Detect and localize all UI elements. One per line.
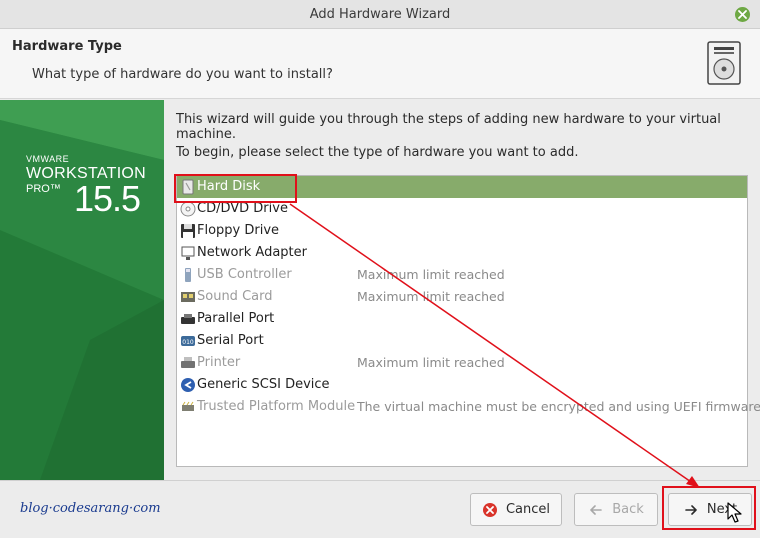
hardware-item-note: The virtual machine must be encrypted an… xyxy=(357,399,760,414)
hardware-item-label: Printer xyxy=(197,355,241,370)
hardware-item-trusted-platform-module: Trusted Platform Module The virtual machi… xyxy=(177,396,760,418)
hardware-item-label: Hard Disk xyxy=(197,179,261,194)
cancel-icon xyxy=(482,502,497,517)
hardware-item-label: Trusted Platform Module xyxy=(197,399,356,414)
cancel-button[interactable]: Cancel xyxy=(470,493,562,526)
hardware-item-label: Parallel Port xyxy=(197,311,275,326)
network-adapter-icon xyxy=(181,246,195,260)
svg-text:010: 010 xyxy=(182,339,194,346)
tpm-icon xyxy=(182,401,194,411)
serial-port-icon: 010 xyxy=(181,336,195,346)
watermark: blog·codesarang·com xyxy=(20,501,161,516)
close-icon xyxy=(738,10,747,19)
hardware-header-icon xyxy=(707,41,741,85)
hardware-item-generic-scsi-device[interactable]: Generic SCSI Device xyxy=(177,374,747,396)
floppy-icon xyxy=(181,224,195,238)
hardware-item-label: Serial Port xyxy=(197,333,264,348)
product-banner: VMWARE WORKSTATION PRO™ 15.5 xyxy=(0,100,164,480)
wizard-footer: blog·codesarang·com Cancel Back Next xyxy=(0,480,760,538)
printer-icon xyxy=(181,357,195,368)
hardware-item-serial-port[interactable]: 010 Serial Port xyxy=(177,330,747,352)
hardware-item-network-adapter[interactable]: Network Adapter xyxy=(177,242,747,264)
intro-text: This wizard will guide you through the s… xyxy=(176,112,721,142)
hardware-type-list[interactable]: Hard Disk CD/DVD Drive Floppy Drive Network… xyxy=(176,175,760,467)
page-title: Hardware Type xyxy=(12,39,122,54)
wizard-header: Hardware Type What type of hardware do y… xyxy=(0,29,760,99)
hardware-item-parallel-port[interactable]: Parallel Port xyxy=(177,308,747,330)
close-button[interactable] xyxy=(735,7,750,22)
hardware-item-label: Sound Card xyxy=(197,289,273,304)
mouse-cursor-icon xyxy=(727,502,742,523)
instruction-text: To begin, please select the type of hard… xyxy=(176,145,579,160)
cd-dvd-icon xyxy=(180,201,196,217)
hardware-item-label: USB Controller xyxy=(197,267,292,282)
window-title: Add Hardware Wizard xyxy=(309,6,451,22)
usb-icon xyxy=(185,268,191,282)
banner-graphic xyxy=(0,100,164,480)
hardware-item-note: Maximum limit reached xyxy=(357,355,505,370)
hardware-item-note: Maximum limit reached xyxy=(357,267,505,282)
wizard-content: This wizard will guide you through the s… xyxy=(164,100,760,480)
back-label: Back xyxy=(612,502,644,517)
title-bar: Add Hardware Wizard xyxy=(0,0,760,29)
arrow-left-icon xyxy=(590,504,603,515)
hardware-item-usb-controller: USB Controller Maximum limit reached xyxy=(177,264,747,286)
hardware-item-label: Floppy Drive xyxy=(197,223,280,238)
hardware-item-label: CD/DVD Drive xyxy=(197,201,288,216)
brand-version: 15.5 xyxy=(74,178,141,219)
hardware-item-printer: Printer Maximum limit reached xyxy=(177,352,747,374)
arrow-right-icon xyxy=(685,504,697,515)
hard-disk-icon xyxy=(182,179,194,195)
hardware-item-label: Network Adapter xyxy=(197,245,307,260)
hardware-item-sound-card: Sound Card Maximum limit reached xyxy=(177,286,747,308)
parallel-port-icon xyxy=(181,314,195,324)
hardware-item-note: Maximum limit reached xyxy=(357,289,505,304)
sound-card-icon xyxy=(181,292,195,302)
hardware-item-cd-dvd-drive[interactable]: CD/DVD Drive xyxy=(177,198,747,220)
brand-edition: PRO™ xyxy=(26,183,61,195)
cancel-label: Cancel xyxy=(505,502,551,517)
hardware-item-hard-disk[interactable]: Hard Disk xyxy=(177,176,747,198)
back-button[interactable]: Back xyxy=(574,493,658,526)
brand-vendor: VMWARE xyxy=(26,154,70,164)
scsi-icon xyxy=(181,378,195,392)
hardware-item-label: Generic SCSI Device xyxy=(197,377,330,392)
page-subtitle: What type of hardware do you want to ins… xyxy=(32,67,333,82)
hardware-item-floppy-drive[interactable]: Floppy Drive xyxy=(177,220,747,242)
